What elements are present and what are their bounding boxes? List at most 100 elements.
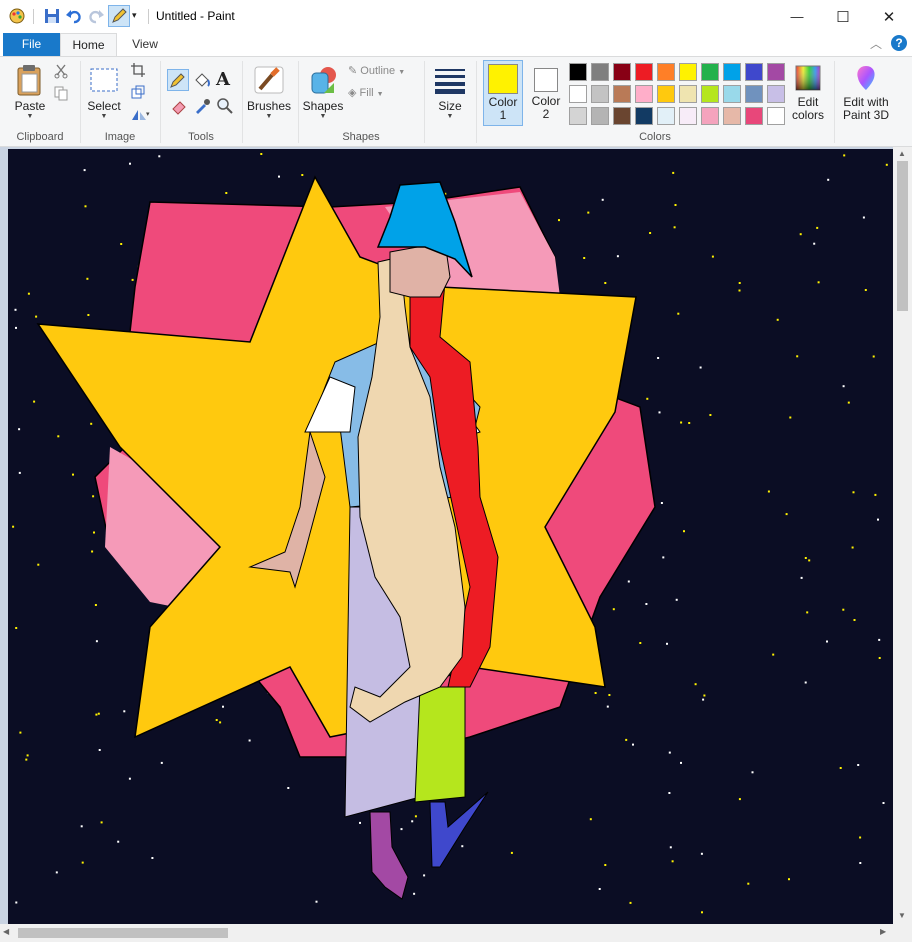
crop-icon[interactable]: [130, 62, 148, 80]
star-dot: [677, 312, 680, 315]
palette-swatch[interactable]: [613, 107, 631, 125]
star-dot: [27, 292, 30, 295]
copy-icon[interactable]: [53, 85, 71, 103]
palette-swatch[interactable]: [657, 107, 675, 125]
customize-qa-icon[interactable]: ▾: [132, 10, 137, 21]
star-dot: [95, 713, 98, 716]
star-dot: [839, 767, 842, 769]
palette-swatch[interactable]: [569, 85, 587, 103]
scroll-left-icon[interactable]: ◀: [3, 927, 9, 936]
palette-swatch[interactable]: [635, 63, 653, 81]
select-button[interactable]: Select ▼: [86, 63, 122, 121]
horizontal-scroll-thumb[interactable]: [18, 928, 228, 938]
palette-swatch[interactable]: [745, 63, 763, 81]
rotate-icon[interactable]: ▾: [130, 106, 150, 124]
collapse-ribbon-icon[interactable]: ︿: [870, 35, 882, 52]
pencil-icon[interactable]: [167, 69, 189, 91]
star-dot: [666, 642, 668, 645]
edit-with-paint3d-button[interactable]: Edit with Paint 3D: [838, 63, 894, 122]
palette-swatch[interactable]: [679, 107, 697, 125]
star-dot: [874, 493, 877, 496]
resize-icon[interactable]: [130, 84, 148, 102]
outline-button[interactable]: ✎ Outline ▼: [348, 64, 405, 77]
palette-swatch[interactable]: [569, 63, 587, 81]
tab-view[interactable]: View: [117, 33, 173, 56]
star-dot: [287, 787, 290, 789]
fill-icon[interactable]: [193, 71, 211, 89]
shapes-icon: [311, 67, 336, 94]
cut-icon[interactable]: [53, 63, 71, 81]
palette-swatch[interactable]: [701, 63, 719, 81]
palette-swatch[interactable]: [679, 63, 697, 81]
help-icon[interactable]: ?: [891, 35, 907, 51]
palette-swatch[interactable]: [569, 107, 587, 125]
star-dot: [117, 840, 120, 843]
star-dot: [701, 911, 703, 914]
star-dot: [583, 257, 586, 259]
star-dot: [248, 739, 251, 742]
magnifier-icon[interactable]: [216, 97, 234, 115]
fill-button[interactable]: ◈ Fill ▼: [348, 86, 384, 99]
palette-swatch[interactable]: [745, 85, 763, 103]
size-button[interactable]: Size ▼: [430, 63, 470, 121]
minimize-button[interactable]: —: [774, 0, 820, 33]
edit-colors-button[interactable]: Edit colors: [788, 63, 828, 122]
palette-swatch[interactable]: [591, 85, 609, 103]
scroll-up-icon[interactable]: ▲: [898, 149, 906, 158]
palette-swatch[interactable]: [657, 63, 675, 81]
tab-home[interactable]: Home: [60, 33, 117, 56]
palette-swatch[interactable]: [635, 85, 653, 103]
paint-app-icon[interactable]: [8, 7, 26, 25]
star-dot: [859, 836, 862, 839]
brush-icon: [254, 66, 284, 94]
scroll-right-icon[interactable]: ▶: [880, 927, 886, 936]
palette-swatch[interactable]: [723, 85, 741, 103]
tab-file[interactable]: File: [3, 33, 60, 56]
maximize-button[interactable]: ☐: [820, 0, 866, 33]
drawing-canvas[interactable]: [0, 147, 893, 924]
palette-swatch[interactable]: [723, 107, 741, 125]
palette-swatch[interactable]: [723, 63, 741, 81]
palette-swatch[interactable]: [767, 85, 785, 103]
vertical-scroll-thumb[interactable]: [897, 161, 908, 311]
palette-swatch[interactable]: [701, 85, 719, 103]
image-group-label: Image: [104, 131, 136, 143]
palette-swatch[interactable]: [657, 85, 675, 103]
redo-icon[interactable]: [87, 7, 105, 25]
star-dot: [702, 698, 705, 701]
undo-icon[interactable]: [65, 7, 83, 25]
vertical-scrollbar[interactable]: ▲ ▼: [893, 147, 912, 924]
pencil-quick-icon[interactable]: [108, 5, 130, 27]
palette-swatch[interactable]: [767, 63, 785, 81]
color1-button[interactable]: Color 1: [483, 60, 523, 126]
qa-divider: [33, 9, 34, 24]
shapes-button[interactable]: Shapes ▼: [302, 63, 344, 121]
star-dot: [673, 226, 676, 229]
eraser-icon[interactable]: [170, 97, 188, 115]
horizontal-scrollbar[interactable]: ◀ ▶: [0, 924, 893, 942]
palette-swatch[interactable]: [591, 107, 609, 125]
paste-button[interactable]: Paste ▼: [10, 63, 50, 121]
brushes-button[interactable]: Brushes ▼: [246, 63, 292, 121]
scroll-down-icon[interactable]: ▼: [898, 911, 906, 920]
save-icon[interactable]: [43, 7, 61, 25]
star-dot: [669, 846, 672, 849]
palette-swatch[interactable]: [635, 107, 653, 125]
palette-swatch[interactable]: [767, 107, 785, 125]
star-dot: [461, 845, 464, 848]
palette-swatch[interactable]: [613, 63, 631, 81]
palette-swatch[interactable]: [591, 63, 609, 81]
color2-button[interactable]: Color 2: [527, 60, 565, 126]
palette-swatch[interactable]: [613, 85, 631, 103]
palette-swatch[interactable]: [701, 107, 719, 125]
palette-swatch[interactable]: [679, 85, 697, 103]
close-button[interactable]: ✕: [866, 0, 912, 33]
text-icon[interactable]: A: [216, 69, 234, 90]
ribbon-separator: [834, 61, 835, 143]
star-dot: [222, 705, 224, 708]
star-dot: [92, 495, 95, 498]
color-picker-icon[interactable]: [193, 97, 211, 115]
palette-swatch[interactable]: [745, 107, 763, 125]
paint3d-icon: [857, 66, 875, 90]
star-dot: [668, 751, 671, 754]
